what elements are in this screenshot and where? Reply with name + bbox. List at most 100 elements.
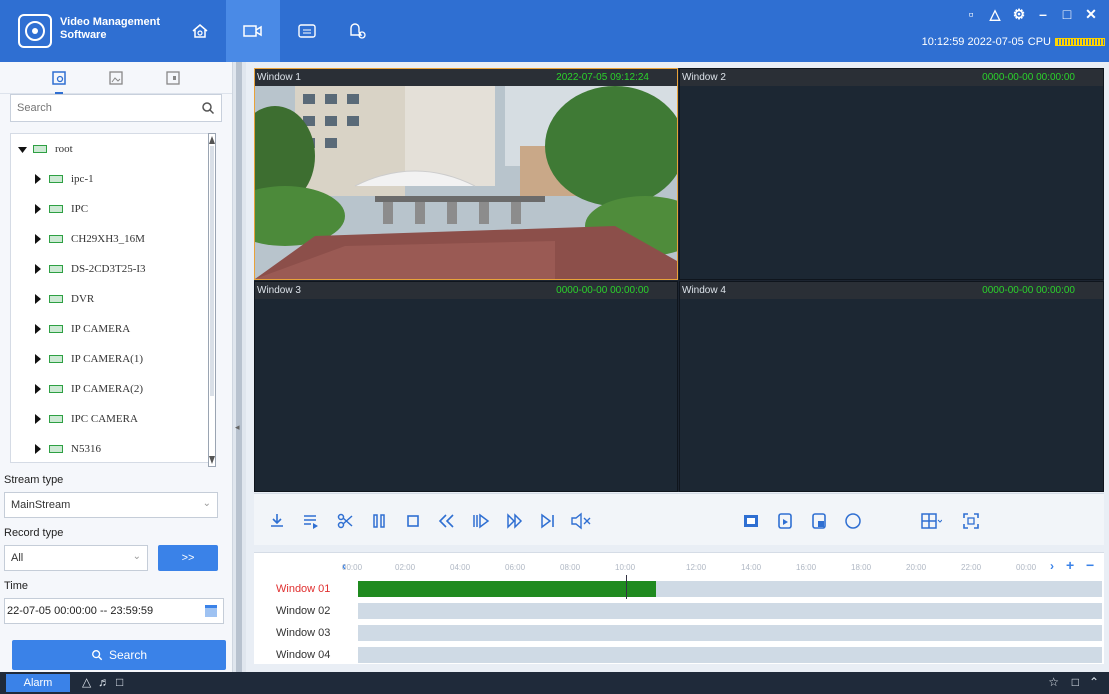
video-window-2[interactable]: Window 2 0000-00-00 00:00:00: [679, 68, 1104, 280]
tree-node[interactable]: IP CAMERA(2): [11, 374, 215, 404]
device-search-input[interactable]: [11, 95, 191, 121]
close-button[interactable]: ✕: [1083, 6, 1099, 23]
collapsed-arrow-icon[interactable]: [33, 324, 43, 334]
collapsed-arrow-icon[interactable]: [33, 174, 43, 184]
tree-node[interactable]: N5316: [11, 434, 215, 462]
tree-node[interactable]: IPC: [11, 194, 215, 224]
tree-node-root[interactable]: root: [11, 134, 215, 164]
clip-icon[interactable]: [334, 510, 356, 532]
collapsed-arrow-icon[interactable]: [33, 414, 43, 424]
video-window-4[interactable]: Window 4 0000-00-00 00:00:00: [679, 281, 1104, 492]
download-icon[interactable]: [266, 510, 288, 532]
pin-icon[interactable]: ☆: [1048, 675, 1059, 689]
tab-playback[interactable]: [280, 0, 334, 62]
collapse-up-icon[interactable]: ⌃: [1089, 675, 1099, 689]
message-icon[interactable]: □: [116, 675, 123, 689]
minimize-button[interactable]: –: [1035, 6, 1051, 23]
grid-layout-icon[interactable]: [920, 510, 942, 532]
search-icon[interactable]: [201, 101, 215, 115]
copy-clip-icon[interactable]: [808, 510, 830, 532]
playhead-marker[interactable]: [625, 575, 627, 599]
maximize-button[interactable]: □: [1059, 6, 1075, 23]
tree-node[interactable]: IPC CAMERA: [11, 404, 215, 434]
timeline-track-4[interactable]: [358, 647, 1102, 663]
apply-button[interactable]: >>: [158, 545, 218, 571]
video-window-3[interactable]: Window 3 0000-00-00 00:00:00: [254, 281, 678, 492]
fullscreen-icon[interactable]: [960, 510, 982, 532]
calendar-icon[interactable]: [205, 605, 217, 617]
time-range-field[interactable]: 22-07-05 00:00:00 -- 23:59:59: [4, 598, 224, 624]
scrollbar-thumb[interactable]: [210, 146, 214, 396]
settings-icon[interactable]: ⚙: [1011, 6, 1027, 23]
search-button[interactable]: Search: [12, 640, 226, 670]
tab-alarm-config[interactable]: [330, 0, 384, 62]
collapse-arrow-icon[interactable]: ◂: [235, 422, 240, 433]
collapsed-arrow-icon[interactable]: [33, 294, 43, 304]
recording-segment[interactable]: [358, 581, 656, 597]
timeline-track-1[interactable]: [358, 575, 1102, 599]
step-forward-icon[interactable]: [470, 510, 492, 532]
stream-type-select[interactable]: MainStream ⌄: [4, 492, 218, 518]
zoom-out-button[interactable]: −: [1086, 557, 1094, 573]
window-title: Window 4: [682, 285, 726, 296]
user-icon[interactable]: △: [987, 6, 1003, 23]
home-icon[interactable]: [189, 20, 211, 42]
record-type-select[interactable]: All ⌄: [4, 545, 148, 571]
fast-forward-icon[interactable]: [504, 510, 526, 532]
timer-icon[interactable]: [842, 510, 864, 532]
tree-node-label: IP CAMERA(2): [71, 383, 144, 395]
restore-icon[interactable]: □: [1072, 675, 1079, 689]
timeline-track-2[interactable]: [358, 603, 1102, 619]
tree-scrollbar[interactable]: [208, 133, 216, 467]
tab-layout[interactable]: [161, 66, 185, 90]
window-header: Window 2 0000-00-00 00:00:00: [680, 69, 1103, 86]
video-window-1[interactable]: Window 1 2022-07-05 09:12:24: [254, 68, 678, 280]
record-type-label: Record type: [4, 527, 64, 539]
tab-image-list[interactable]: [104, 66, 128, 90]
collapsed-arrow-icon[interactable]: [33, 204, 43, 214]
search-button-label: Search: [108, 648, 148, 662]
collapsed-arrow-icon[interactable]: [33, 444, 43, 454]
bell-icon[interactable]: △: [82, 675, 91, 689]
collapsed-arrow-icon[interactable]: [33, 354, 43, 364]
chat-icon[interactable]: ▫: [963, 6, 979, 23]
collapsed-arrow-icon[interactable]: [33, 384, 43, 394]
stop-icon[interactable]: [402, 510, 424, 532]
timeline-track-3[interactable]: [358, 625, 1102, 641]
window-header: Window 1 2022-07-05 09:12:24: [255, 69, 677, 86]
tree-node[interactable]: ipc-1: [11, 164, 215, 194]
tick-label: 20:00: [906, 563, 927, 572]
timeline-next-icon[interactable]: ›: [1050, 559, 1054, 573]
window-header: Window 4 0000-00-00 00:00:00: [680, 282, 1103, 299]
tree-node[interactable]: IP CAMERA(1): [11, 344, 215, 374]
scroll-up-icon[interactable]: [209, 136, 215, 144]
panel-splitter[interactable]: ◂: [232, 62, 246, 672]
expanded-arrow-icon[interactable]: [17, 144, 27, 154]
pause-icon[interactable]: [368, 510, 390, 532]
tick-label: 12:00: [686, 563, 707, 572]
tab-device-list[interactable]: [47, 66, 71, 94]
next-frame-icon[interactable]: [538, 510, 560, 532]
tree-node[interactable]: DVR: [11, 284, 215, 314]
search-icon: [92, 650, 103, 661]
scroll-down-icon[interactable]: [209, 456, 215, 464]
snapshot-icon[interactable]: [740, 510, 762, 532]
record-clip-icon[interactable]: [774, 510, 796, 532]
tree-node-label: IP CAMERA(1): [71, 353, 144, 365]
tree-node[interactable]: DS-2CD3T25-I3: [11, 254, 215, 284]
tree-node-label: N5316: [71, 443, 101, 455]
mute-icon[interactable]: [570, 510, 592, 532]
collapsed-arrow-icon[interactable]: [33, 234, 43, 244]
tick-label: 00:00: [1016, 563, 1037, 572]
collapsed-arrow-icon[interactable]: [33, 264, 43, 274]
window-controls: ▫ △ ⚙ – □ ✕: [963, 6, 1099, 23]
tab-live-view[interactable]: [226, 0, 280, 62]
alarm-button[interactable]: Alarm: [6, 674, 70, 692]
sound-icon[interactable]: ♬: [98, 675, 110, 689]
playlist-icon[interactable]: [300, 510, 322, 532]
zoom-in-button[interactable]: +: [1066, 557, 1074, 573]
time-label: Time: [4, 580, 29, 592]
tree-node[interactable]: CH29XH3_16M: [11, 224, 215, 254]
tree-node[interactable]: IP CAMERA: [11, 314, 215, 344]
rewind-icon[interactable]: [436, 510, 458, 532]
